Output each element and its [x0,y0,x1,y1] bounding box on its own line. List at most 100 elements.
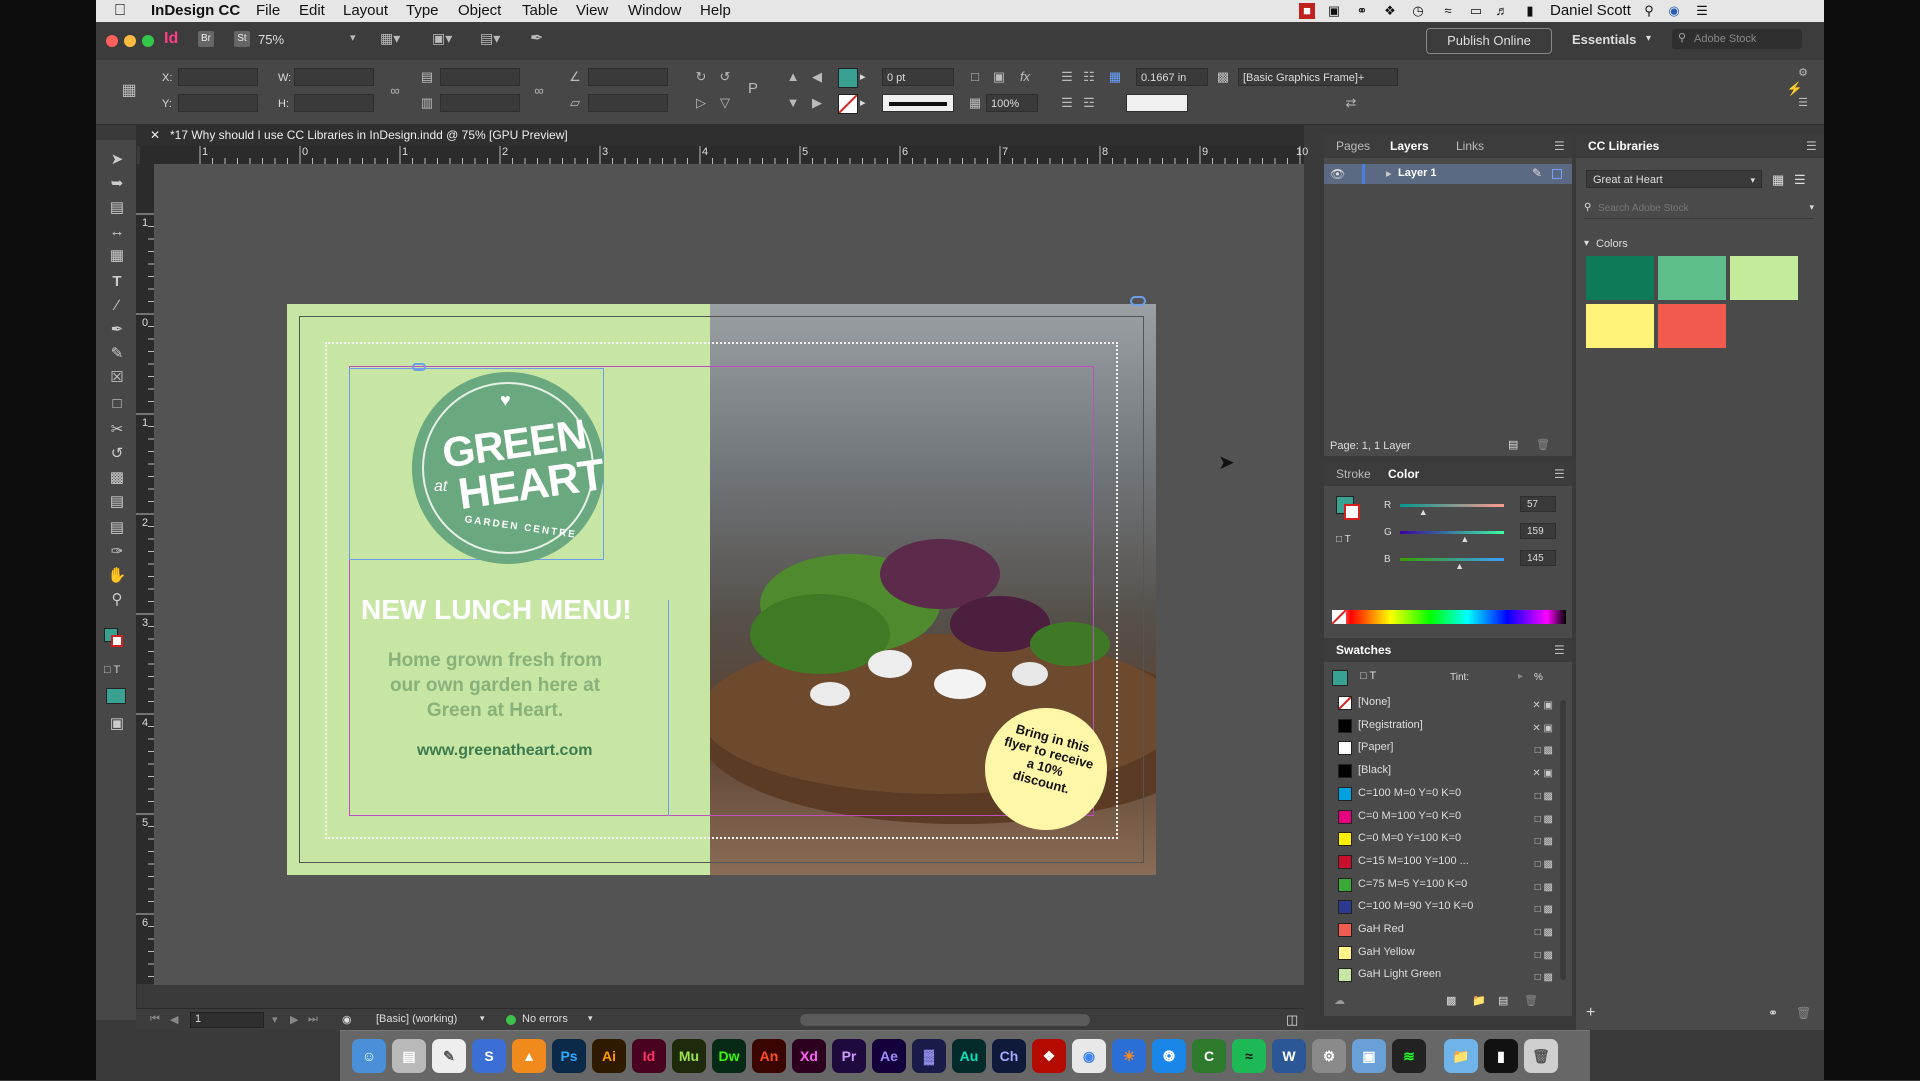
swatch-list-scrollbar[interactable] [1560,700,1566,980]
stroke-swatch-tool[interactable] [111,635,123,647]
notification-center-icon[interactable]: ☰ [1694,3,1710,19]
tab-layers[interactable]: Layers [1390,139,1429,153]
b-channel-value[interactable]: 145 [1520,550,1556,566]
tab-color[interactable]: Color [1388,467,1419,481]
stroke-swatch-arrow-icon[interactable]: ▸ [860,96,866,109]
effects-fx-icon[interactable]: fx [1016,68,1034,86]
control-settings-gear-icon[interactable]: ⚙ [1794,64,1812,82]
frame-link-icon[interactable] [1130,296,1146,306]
library-color-swatch[interactable] [1586,256,1654,300]
x-position-field[interactable] [178,68,258,86]
spotify-icon[interactable]: ≈ [1232,1039,1266,1073]
page-tool-icon[interactable]: ▤ [106,198,128,218]
premiere-icon[interactable]: Pr [832,1039,866,1073]
menu-file[interactable]: File [256,2,280,19]
dreamweaver-icon[interactable]: Dw [712,1039,746,1073]
library-search-chevron-icon[interactable]: ▾ [1809,202,1814,213]
layer-row[interactable]: 👁 ▸ Layer 1 ✎ [1324,164,1572,184]
y-position-field[interactable] [178,94,258,112]
photoshop-icon[interactable]: Ps [552,1039,586,1073]
layer-name[interactable]: Layer 1 [1398,167,1437,179]
after-effects-icon[interactable]: Ae [872,1039,906,1073]
align-icon[interactable]: ☰ [1058,94,1076,112]
finder-icon[interactable]: ☺ [352,1039,386,1073]
swatch-row[interactable]: GaH Red □ ▩ [1334,919,1559,939]
word-icon[interactable]: W [1272,1039,1306,1073]
control-panel-menu-icon[interactable]: ☰ [1794,94,1812,112]
swatch-row[interactable]: C=15 M=100 Y=100 ... □ ▩ [1334,851,1559,871]
layer-expand-chevron-icon[interactable]: ▸ [1386,167,1392,180]
new-layer-icon[interactable]: ▤ [1508,438,1518,451]
flip-horizontal-icon[interactable]: ▷ [692,94,710,112]
menu-layout[interactable]: Layout [343,2,388,19]
muse-icon[interactable]: Mu [672,1039,706,1073]
tab-links[interactable]: Links [1456,139,1484,153]
layers-panel-menu-icon[interactable]: ☰ [1554,139,1565,153]
flyer-url[interactable]: www.greenatheart.com [417,742,592,760]
cloud-sync-icon[interactable]: ☁ [1334,994,1345,1007]
creative-cloud-icon[interactable]: ⚭ [1354,3,1370,19]
bridge-icon[interactable]: Br [198,31,214,47]
swatches-fill-icon[interactable] [1332,670,1348,686]
swatches-container-text-icon[interactable]: □ T [1360,670,1376,682]
swatch-row[interactable]: [Paper] □ ▩ [1334,737,1559,757]
previous-page-icon[interactable]: ◀ [170,1013,178,1026]
dropbox-icon[interactable]: ❖ [1382,3,1398,19]
safari-icon[interactable]: ❂ [1152,1039,1186,1073]
delete-swatch-icon[interactable]: 🗑 [1524,994,1538,1007]
view-options-icon[interactable]: ▦▾ [380,30,400,47]
zoom-window-icon[interactable] [142,35,154,47]
illustrator-icon[interactable]: Ai [592,1039,626,1073]
selection-tool-icon[interactable]: ➤ [106,150,128,170]
textedit-icon[interactable]: ✎ [432,1039,466,1073]
spotlight-search-icon[interactable]: ⚲ [1641,3,1657,19]
menu-window[interactable]: Window [628,2,681,19]
pen-tool-icon[interactable]: ✒ [106,320,128,340]
vertical-ruler[interactable]: 1 0 1 2 3 4 5 6 [136,164,155,984]
preflight-menu-icon[interactable]: ◉ [342,1013,352,1026]
document-tab[interactable]: ✕ *17 Why should I use CC Libraries in I… [136,124,1304,146]
xd-icon[interactable]: Xd [792,1039,826,1073]
cc-libraries-menu-icon[interactable]: ☰ [1806,139,1817,153]
object-style-select[interactable]: [Basic Graphics Frame]+ [1238,68,1398,86]
note-tool-icon[interactable]: ▤ [106,518,128,538]
preflight-errors-label[interactable]: No errors [522,1013,568,1025]
r-slider-track[interactable]: ▲ [1400,504,1504,517]
screen-mode-tool-icon[interactable]: ▣ [106,714,128,734]
rectangle-tool-icon[interactable]: □ [106,394,128,414]
menu-help[interactable]: Help [700,2,731,19]
stock-icon[interactable]: St [234,31,250,47]
screenshot-app-icon[interactable]: ▣ [1352,1039,1386,1073]
line-tool-icon[interactable]: ∕ [106,296,128,316]
library-search-field[interactable]: ⚲ Search Adobe Stock ▾ [1584,200,1814,219]
character-animator-icon[interactable]: Ch [992,1039,1026,1073]
swatch-row[interactable]: C=75 M=5 Y=100 K=0 □ ▩ [1334,874,1559,894]
stroke-type-select[interactable] [882,94,954,112]
red-status-icon[interactable]: ■ [1299,3,1315,19]
select-next-icon[interactable]: ▶ [808,94,826,112]
distribute-icon[interactable]: ☲ [1080,94,1098,112]
screen-mode-icon[interactable]: ▣▾ [432,30,452,47]
close-window-icon[interactable] [106,35,118,47]
acrobat-icon[interactable]: ❖ [1032,1039,1066,1073]
split-window-icon[interactable]: ◫ [1286,1012,1298,1028]
direct-selection-tool-icon[interactable]: ➥ [106,174,128,194]
fit-frame-icon[interactable]: ▣ [990,68,1008,86]
new-swatch-icon[interactable]: ▤ [1498,994,1508,1007]
zoom-level-select[interactable]: 75% [258,32,284,47]
width-field[interactable] [294,68,374,86]
quick-apply-icon[interactable]: ⇄ [1342,94,1360,112]
scale-x-field[interactable] [440,68,520,86]
apply-color-icon[interactable] [106,688,126,704]
g-slider-track[interactable]: ▲ [1400,531,1504,544]
shear-angle-field[interactable] [588,94,668,112]
activity-monitor-icon[interactable]: ≋ [1392,1039,1426,1073]
app-name-menu[interactable]: InDesign CC [151,2,240,19]
tab-cc-libraries[interactable]: CC Libraries [1588,139,1659,153]
scissors-tool-icon[interactable]: ✂ [106,420,128,440]
pencil-tool-icon[interactable]: ✎ [106,344,128,364]
rectangle-frame-tool-icon[interactable]: ☒ [106,368,128,388]
minimize-window-icon[interactable] [124,35,136,47]
delete-layer-icon[interactable]: 🗑 [1536,438,1550,451]
siri-icon[interactable]: ◉ [1666,3,1682,19]
